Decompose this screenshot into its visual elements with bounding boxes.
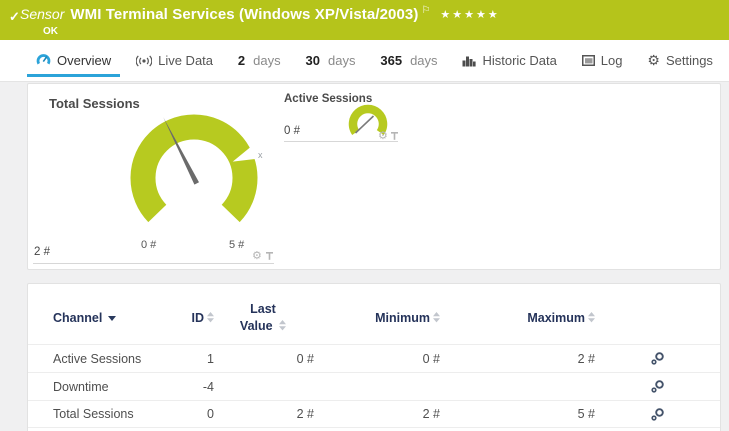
column-header-label: Channel	[53, 311, 102, 325]
sort-icon[interactable]	[433, 312, 440, 323]
priority-stars[interactable]: ★★★★★	[440, 8, 499, 21]
channel-last-value: 2 #	[214, 407, 314, 421]
channel-id: -4	[163, 380, 214, 394]
tab-days-number: 30	[306, 53, 320, 68]
pin-icon[interactable]	[390, 131, 399, 141]
tab-label: Log	[601, 53, 623, 68]
tab-30-days[interactable]: 30 days	[306, 40, 356, 81]
column-header-label: Last Value	[240, 302, 276, 333]
tab-live-data[interactable]: Live Data	[136, 40, 213, 81]
tab-365-days[interactable]: 365 days	[380, 40, 437, 81]
sort-desc-icon	[108, 316, 116, 321]
tab-label: Live Data	[158, 53, 213, 68]
column-header-last-value[interactable]: Last Value	[214, 301, 314, 335]
active-sessions-current-value: 0 #	[284, 125, 300, 137]
table-row-total-sessions: Total Sessions 0 2 # 2 # 5 #	[28, 400, 720, 428]
column-header-label: Minimum	[375, 311, 430, 325]
channel-minimum: 0 #	[314, 352, 440, 366]
sort-icon[interactable]	[588, 312, 595, 323]
gear-icon[interactable]: ⚙	[378, 131, 388, 142]
pin-icon[interactable]	[265, 251, 274, 261]
tab-overview[interactable]: Overview	[36, 40, 111, 81]
channel-table-panel: Channel ID Last Value Minimum Maximum Ac…	[27, 283, 721, 431]
tab-settings[interactable]: ⚙ Settings	[647, 40, 713, 81]
tab-days-number: 365	[380, 53, 402, 68]
gauge-scale-max-label: 5 #	[229, 239, 244, 251]
gauge-icon	[36, 54, 51, 67]
channel-maximum: 2 #	[440, 352, 595, 366]
channel-name[interactable]: Downtime	[28, 380, 163, 394]
tab-days-unit: days	[253, 53, 280, 68]
log-icon	[582, 55, 595, 66]
column-header-maximum[interactable]: Maximum	[440, 311, 595, 325]
tab-label: Settings	[666, 53, 713, 68]
sort-icon[interactable]	[279, 320, 286, 331]
prtg-sensor-page: ✓ Sensor WMI Terminal Services (Windows …	[0, 0, 729, 431]
channel-name[interactable]: Active Sessions	[28, 352, 163, 366]
column-header-label: ID	[192, 311, 205, 325]
channel-maximum: 5 #	[440, 407, 595, 421]
sensor-header: ✓ Sensor WMI Terminal Services (Windows …	[0, 0, 729, 40]
chart-icon	[462, 55, 476, 67]
column-header-minimum[interactable]: Minimum	[314, 311, 440, 325]
channel-settings-icon[interactable]	[650, 407, 665, 422]
column-header-label: Maximum	[527, 311, 585, 325]
total-sessions-gauge: x	[119, 106, 269, 256]
tab-label: Overview	[57, 53, 111, 68]
channel-id: 1	[163, 352, 214, 366]
tab-days-number: 2	[238, 53, 245, 68]
table-header-row: Channel ID Last Value Minimum Maximum	[28, 284, 720, 344]
table-row-active-sessions: Active Sessions 1 0 # 0 # 2 #	[28, 344, 720, 372]
total-sessions-current-value: 2 #	[34, 246, 50, 258]
tab-2-days[interactable]: 2 days	[238, 40, 281, 81]
broadcast-icon	[136, 55, 152, 67]
tab-days-unit: days	[328, 53, 355, 68]
sensor-title-row: Sensor WMI Terminal Services (Windows XP…	[20, 6, 500, 23]
gear-icon[interactable]: ⚙	[252, 251, 262, 262]
table-row-downtime: Downtime -4	[28, 372, 720, 400]
sensor-title: WMI Terminal Services (Windows XP/Vista/…	[70, 6, 418, 23]
column-header-channel[interactable]: Channel	[28, 311, 163, 325]
channel-name[interactable]: Total Sessions	[28, 407, 163, 421]
sort-icon[interactable]	[207, 312, 214, 323]
channel-settings-icon[interactable]	[650, 379, 665, 394]
tab-label: Historic Data	[482, 53, 556, 68]
gauges-panel: Total Sessions x 0 # 5 # 2 # ⚙ Active Se…	[27, 83, 721, 270]
channel-last-value: 0 #	[214, 352, 314, 366]
gauge-marker-x: x	[258, 150, 263, 160]
gear-icon: ⚙	[647, 52, 660, 69]
tab-bar: Overview Live Data 2 days 30 days 365 days	[0, 40, 729, 82]
tab-historic-data[interactable]: Historic Data	[462, 40, 556, 81]
gauge-scale-min-label: 0 #	[141, 239, 156, 251]
tab-days-unit: days	[410, 53, 437, 68]
sensor-status-badge: OK	[43, 26, 58, 37]
flag-icon[interactable]: ⚐	[421, 5, 430, 16]
status-ok-check-icon: ✓	[9, 9, 20, 25]
object-type-label: Sensor	[20, 6, 64, 22]
channel-minimum: 2 #	[314, 407, 440, 421]
channel-settings-icon[interactable]	[650, 351, 665, 366]
tab-log[interactable]: Log	[582, 40, 623, 81]
column-header-id[interactable]: ID	[163, 311, 214, 325]
gauge-axis-line	[33, 263, 274, 264]
channel-id: 0	[163, 407, 214, 421]
